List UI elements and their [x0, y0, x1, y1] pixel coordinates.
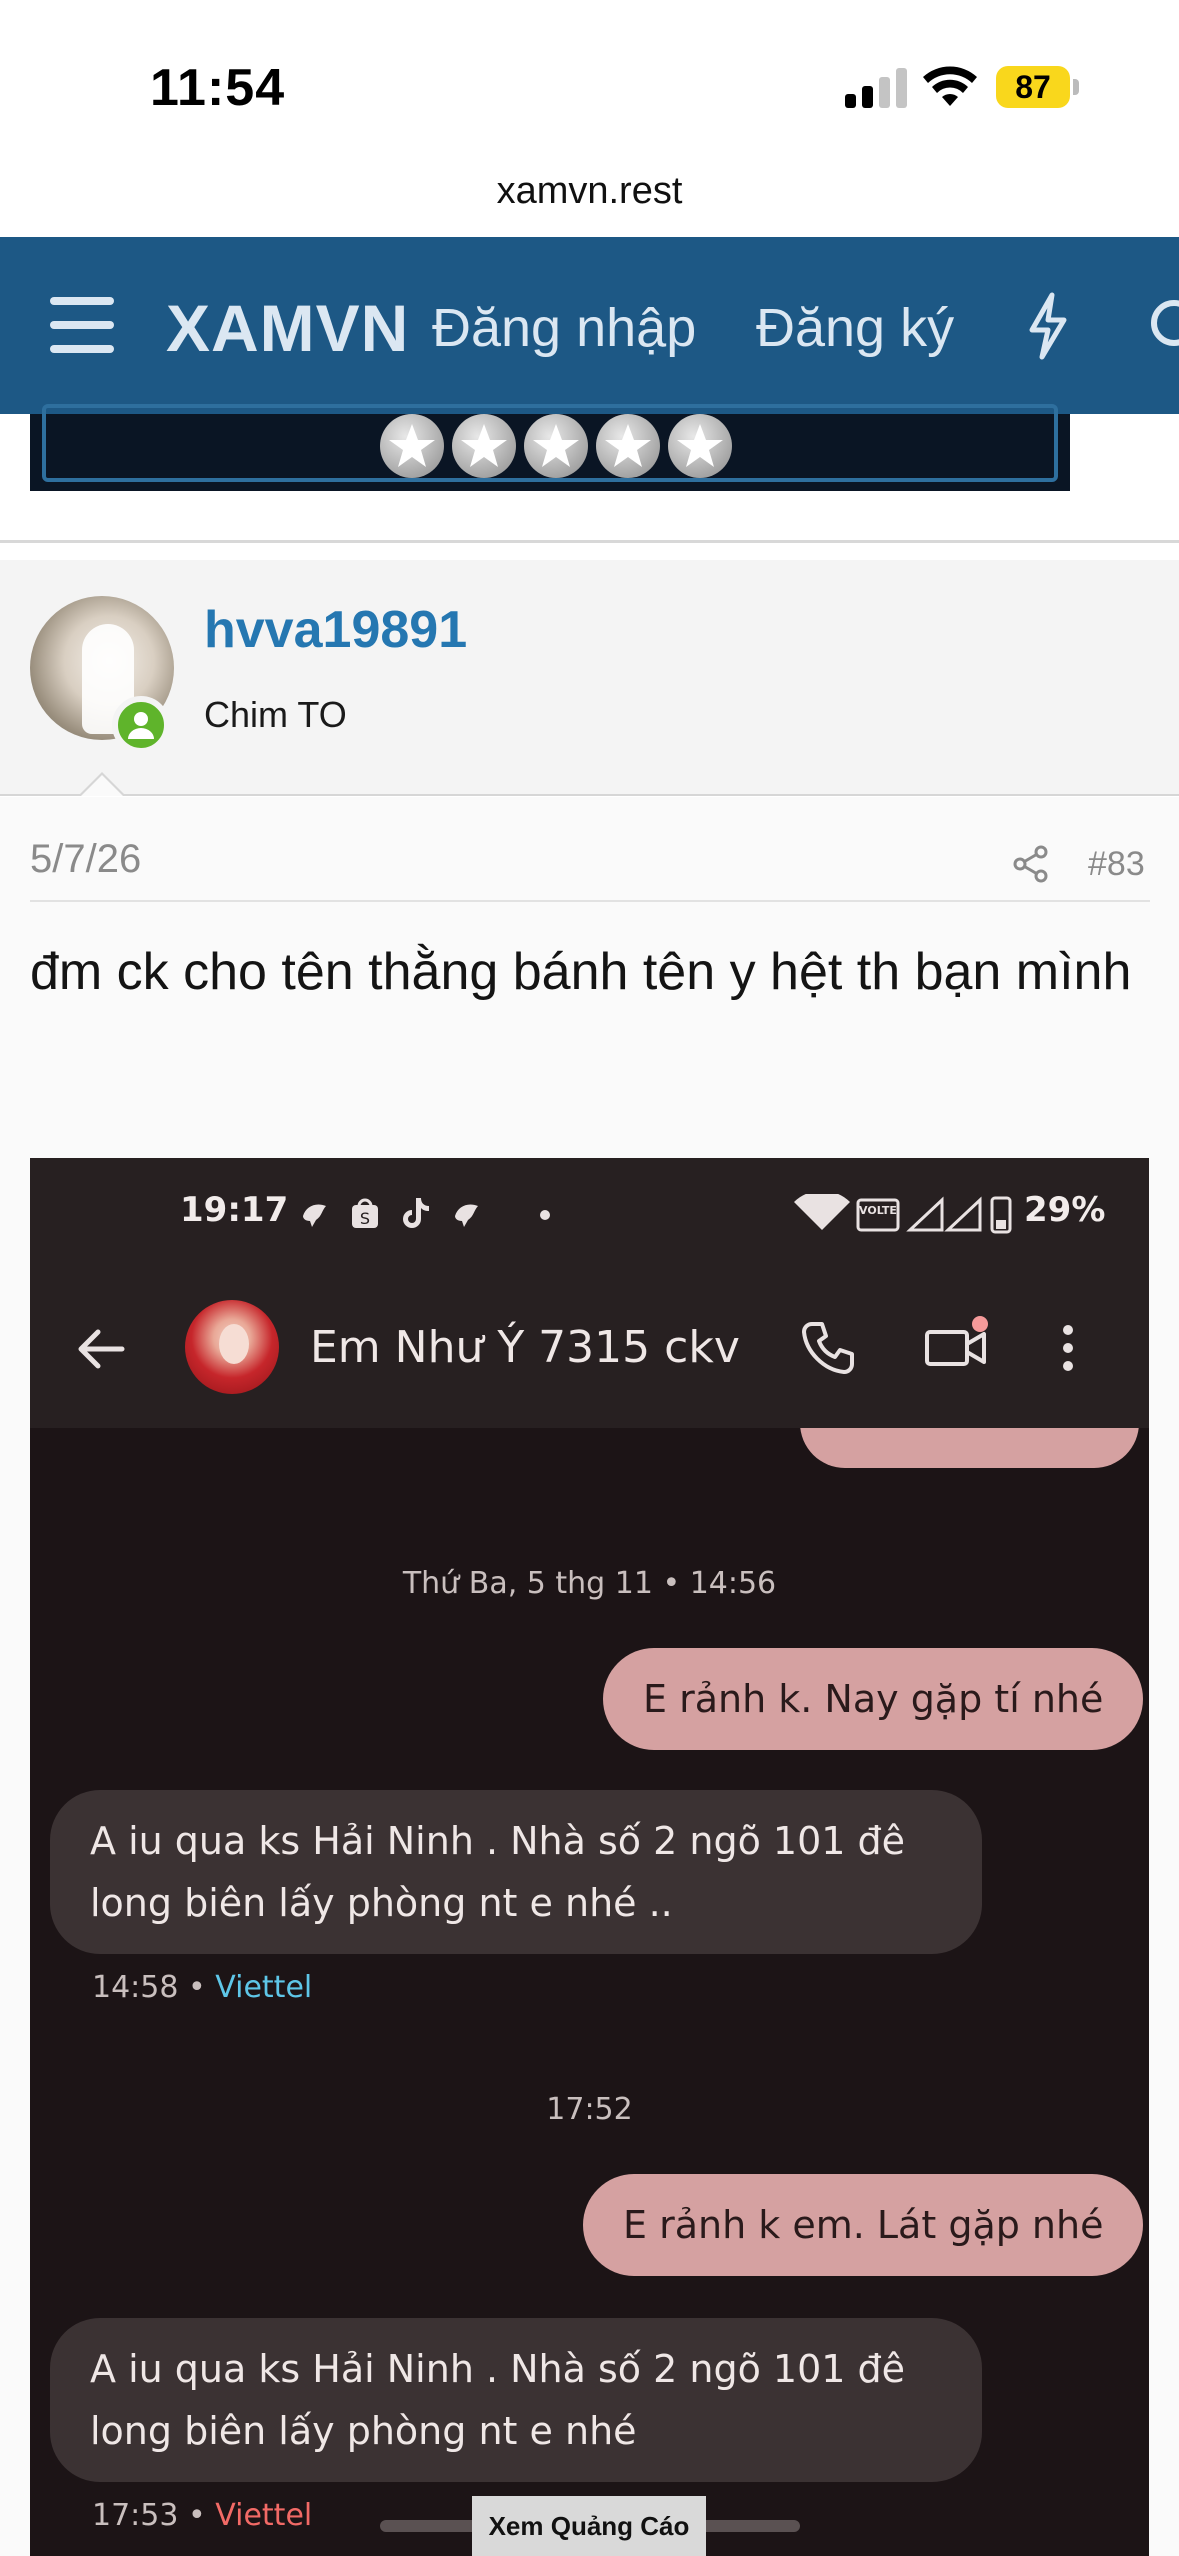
battery-tip [1073, 79, 1079, 95]
star-icon [668, 414, 732, 478]
meta-separator: • [188, 2498, 206, 2533]
user-pointer-inner [81, 775, 123, 796]
carrier-label: Viettel [215, 2498, 313, 2533]
more-notifications-dot [540, 1210, 550, 1220]
message-time: 14:58 [92, 1970, 179, 2005]
phone-call-icon[interactable] [800, 1320, 856, 1376]
post-user-block: hvva19891 Chim TO [0, 560, 1179, 796]
back-arrow-icon[interactable] [76, 1324, 126, 1374]
shopee-icon: S [352, 1198, 378, 1228]
more-vert-icon[interactable] [1060, 1320, 1076, 1376]
user-title: Chim TO [204, 694, 347, 735]
site-header: XAMVN Đăng nhập Đăng ký [0, 237, 1179, 414]
chat-bubble-incoming[interactable]: A iu qua ks Hải Ninh . Nhà số 2 ngõ 101 … [50, 2318, 982, 2482]
star-icon [380, 414, 444, 478]
star-icon [524, 414, 588, 478]
ad-button[interactable]: Xem Quảng Cáo [472, 2496, 706, 2556]
section-divider [0, 540, 1179, 543]
online-status-icon [112, 696, 170, 754]
chat-bubble-incoming[interactable]: A iu qua ks Hải Ninh . Nhà số 2 ngõ 101 … [50, 1790, 982, 1954]
contact-name[interactable]: Em Như Ý 7315 ckv [310, 1322, 740, 1373]
login-link[interactable]: Đăng nhập [432, 297, 696, 359]
notification-bird-icon [303, 1204, 326, 1227]
notification-bird-icon [455, 1204, 478, 1227]
hamburger-icon[interactable] [50, 297, 114, 353]
screenshot-battery-percent: 29% [1024, 1190, 1106, 1230]
embedded-screenshot[interactable]: 19:17 S VOLTE 29% Em Như Ý 7315 ckv Thứ … [30, 1158, 1149, 2556]
browser-url[interactable]: xamvn.rest [0, 170, 1179, 213]
meta-separator: • [188, 1970, 206, 2005]
bolt-icon[interactable] [1026, 292, 1070, 360]
svg-text:S: S [360, 1209, 370, 1228]
battery-icon: 87 [996, 66, 1080, 108]
chat-app-bar: Em Như Ý 7315 ckv [30, 1268, 1149, 1428]
system-icons: VOLTE [794, 1194, 1012, 1234]
contact-avatar[interactable] [185, 1300, 279, 1394]
screenshot-status-time: 19:17 [180, 1190, 289, 1230]
star-icon [596, 414, 660, 478]
video-notification-dot [972, 1316, 988, 1332]
message-time: 17:53 [92, 2498, 179, 2533]
contact-avatar-face [219, 1324, 249, 1364]
chat-date-separator: 17:52 [546, 2092, 633, 2127]
screenshot-status-bar: 19:17 S VOLTE 29% [30, 1158, 1149, 1268]
carrier-label: Viettel [215, 1970, 313, 2005]
post-date[interactable]: 5/7/26 [30, 837, 141, 882]
tiktok-icon [403, 1198, 429, 1228]
register-link[interactable]: Đăng ký [756, 297, 954, 359]
battery-percent: 87 [1015, 69, 1051, 105]
wifi-icon [923, 66, 977, 106]
search-icon[interactable] [1148, 297, 1179, 357]
post-body-text: đm ck cho tên thằng bánh tên y hệt th bạ… [30, 943, 1132, 1001]
status-time: 11:54 [150, 59, 286, 117]
message-meta: 17:53 • Viettel [92, 2498, 312, 2533]
banner-image [30, 404, 1070, 491]
ios-status-bar: 11:54 87 [0, 0, 1179, 150]
svg-text:VOLTE: VOLTE [859, 1204, 897, 1217]
share-icon[interactable] [1012, 845, 1050, 883]
post-number[interactable]: #83 [1088, 845, 1145, 884]
post-divider [30, 900, 1150, 902]
post-username[interactable]: hvva19891 [204, 600, 467, 660]
chat-date-separator: Thứ Ba, 5 thg 11 • 14:56 [402, 1566, 777, 1601]
cellular-signal-icon [845, 68, 907, 108]
message-meta: 14:58 • Viettel [92, 1970, 312, 2005]
chat-bubble-outgoing[interactable]: E rảnh k. Nay gặp tí nhé [603, 1648, 1144, 1750]
star-icon [452, 414, 516, 478]
user-icon [128, 712, 154, 739]
chat-bubble-outgoing[interactable]: E rảnh k em. Lát gặp nhé [583, 2174, 1144, 2276]
site-logo[interactable]: XAMVN [166, 290, 409, 366]
